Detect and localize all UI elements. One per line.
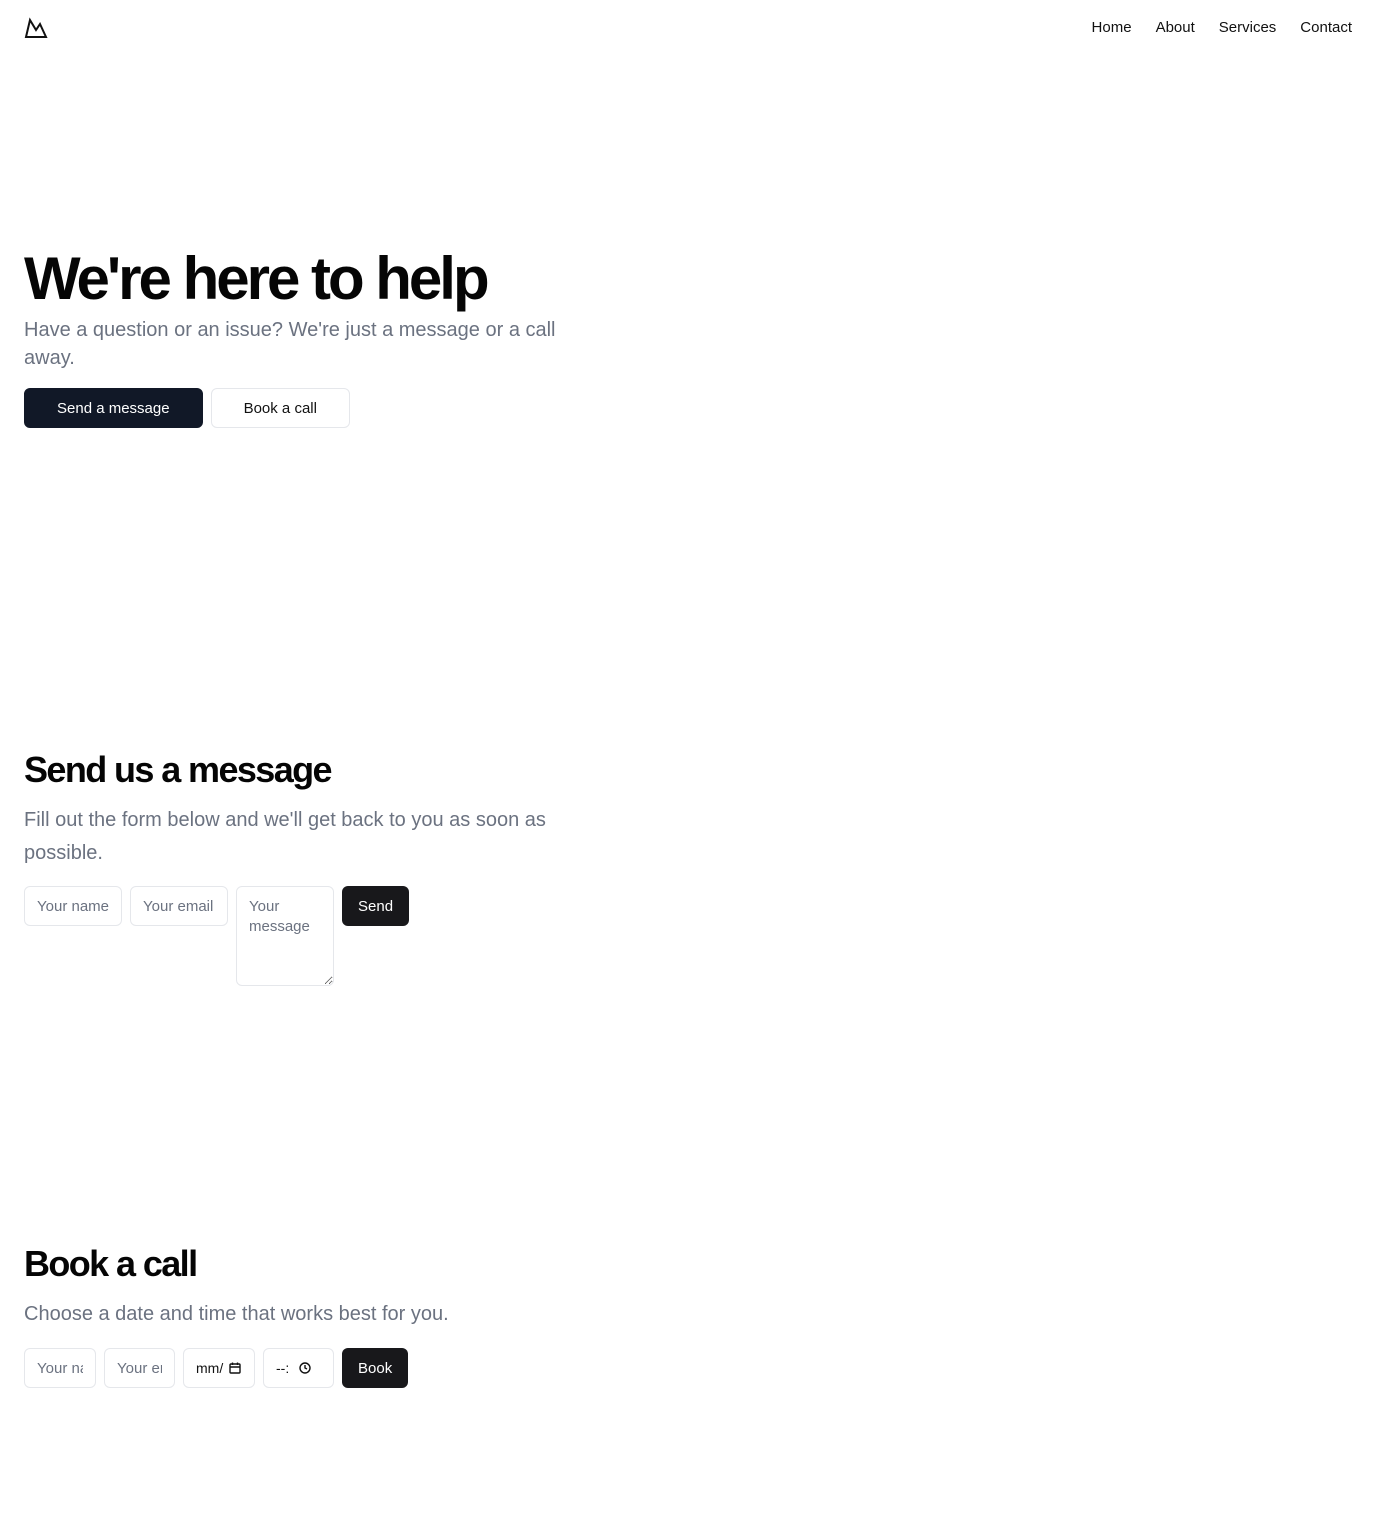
message-section-title: Send us a message xyxy=(24,749,333,790)
hero-subtitle: Have a question or an issue? We're just … xyxy=(24,319,556,369)
message-section-subtitle: Fill out the form below and we'll get ba… xyxy=(24,809,546,864)
mountain-logo-icon[interactable] xyxy=(24,17,48,39)
date-value: mm/ xyxy=(196,1360,224,1376)
send-button[interactable]: Send xyxy=(342,886,410,926)
book-call-button[interactable]: Book a call xyxy=(210,388,350,428)
calendar-icon[interactable] xyxy=(229,1362,241,1374)
message-email-input[interactable] xyxy=(130,886,228,926)
message-form: Send xyxy=(24,886,410,986)
message-textarea[interactable] xyxy=(236,886,334,986)
call-section-subtitle: Choose a date and time that works best f… xyxy=(24,1303,449,1325)
book-button[interactable]: Book xyxy=(342,1348,409,1388)
hero-title: We're here to help xyxy=(24,245,490,312)
call-section-title: Book a call xyxy=(24,1243,198,1284)
call-name-input[interactable] xyxy=(24,1348,96,1388)
site-header: Home About Services Contact xyxy=(0,0,1376,56)
nav-contact-link[interactable]: Contact xyxy=(1300,18,1352,38)
nav-about-link[interactable]: About xyxy=(1156,18,1195,38)
main-nav: Home About Services Contact xyxy=(1092,18,1352,38)
send-message-button[interactable]: Send a message xyxy=(24,388,203,428)
call-form: mm/ --: Book xyxy=(24,1348,409,1388)
message-name-input[interactable] xyxy=(24,886,122,926)
nav-services-link[interactable]: Services xyxy=(1219,18,1277,38)
time-value: --: xyxy=(276,1360,290,1376)
call-date-input[interactable]: mm/ xyxy=(183,1348,255,1388)
call-time-input[interactable]: --: xyxy=(263,1348,334,1388)
nav-home-link[interactable]: Home xyxy=(1092,18,1132,38)
hero-actions: Send a message Book a call xyxy=(24,388,350,428)
call-email-input[interactable] xyxy=(104,1348,175,1388)
clock-icon[interactable] xyxy=(299,1362,311,1374)
